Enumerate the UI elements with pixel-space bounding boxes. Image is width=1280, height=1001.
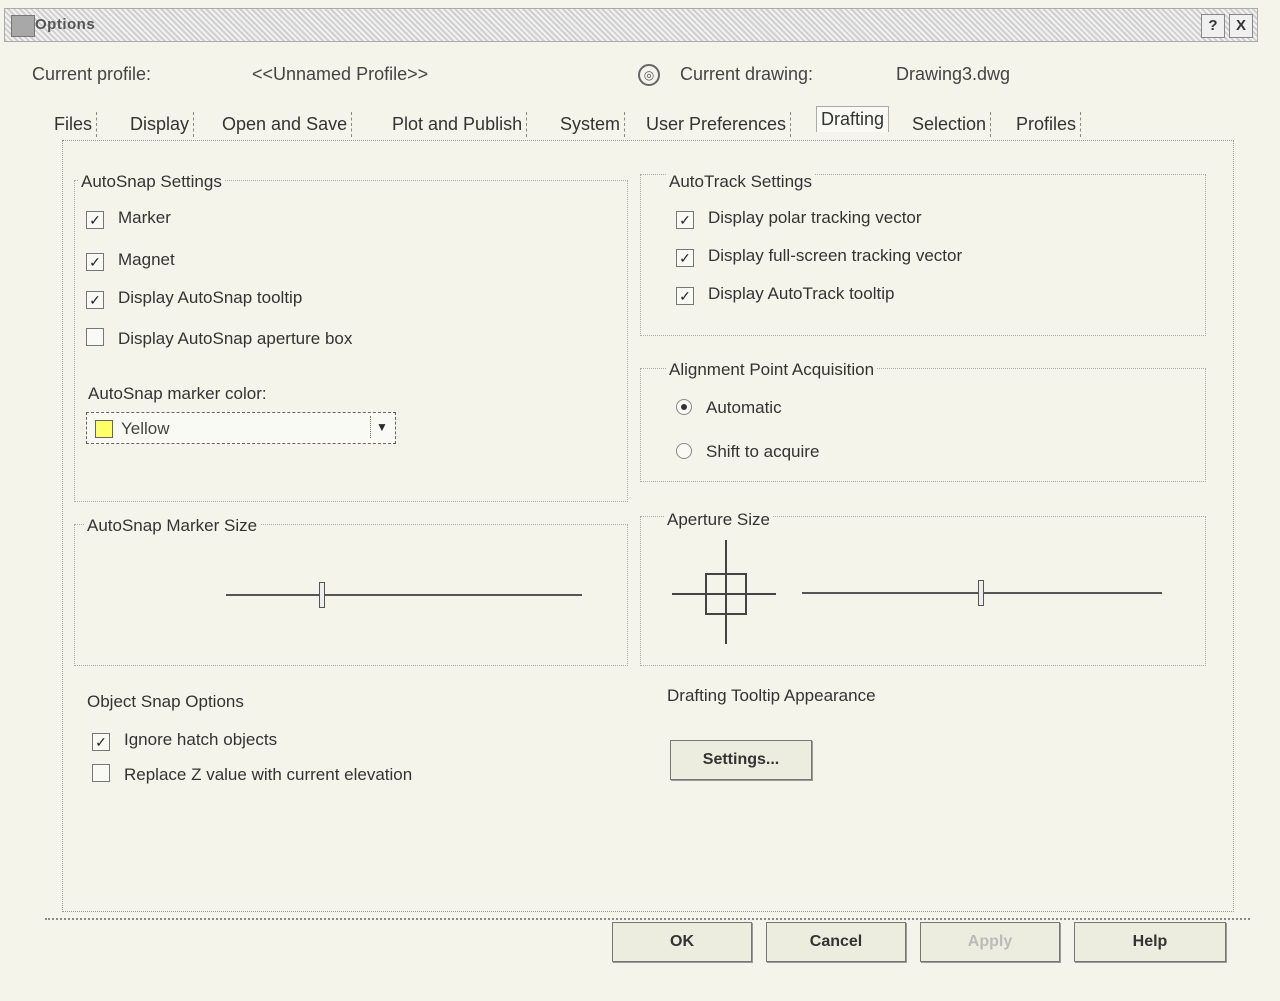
autotrack-tooltip-row[interactable]: ✓ Display AutoTrack tooltip	[676, 284, 894, 305]
aperture-size-slider-thumb[interactable]	[978, 580, 985, 606]
tab-profiles[interactable]: Profiles	[1012, 112, 1082, 137]
marker-color-value: Yellow	[121, 419, 170, 438]
tab-open-and-save[interactable]: Open and Save	[218, 112, 353, 137]
autosnap-tooltip-row[interactable]: ✓ Display AutoSnap tooltip	[86, 288, 302, 309]
title-bar: Options ? X	[4, 8, 1258, 42]
ignore-hatch-label: Ignore hatch objects	[124, 730, 278, 749]
tab-drafting[interactable]: Drafting	[816, 106, 890, 132]
object-snap-title: Object Snap Options	[84, 692, 247, 712]
fullscreen-vector-checkbox[interactable]: ✓	[676, 249, 694, 267]
settings-button[interactable]: Settings...	[670, 740, 812, 780]
polar-vector-label: Display polar tracking vector	[708, 208, 922, 227]
replace-z-label: Replace Z value with current elevation	[124, 765, 413, 784]
aperture-preview-icon	[672, 540, 776, 644]
marker-size-title: AutoSnap Marker Size	[84, 516, 261, 536]
fullscreen-vector-label: Display full-screen tracking vector	[708, 246, 963, 265]
color-swatch	[95, 420, 113, 438]
current-profile-value: <<Unnamed Profile>>	[252, 64, 429, 84]
aperture-box-label: Display AutoSnap aperture box	[118, 329, 353, 348]
current-drawing-value: Drawing3.dwg	[896, 64, 1011, 84]
window-title: Options	[35, 16, 96, 33]
cancel-button[interactable]: Cancel	[766, 922, 906, 962]
footer-separator	[45, 918, 1250, 920]
automatic-row[interactable]: Automatic	[676, 398, 782, 418]
app-icon	[11, 15, 35, 37]
marker-row[interactable]: ✓ Marker	[86, 208, 171, 229]
marker-color-label: AutoSnap marker color:	[88, 384, 267, 403]
tab-files[interactable]: Files	[50, 112, 98, 137]
marker-size-slider-thumb[interactable]	[318, 582, 325, 608]
polar-vector-checkbox[interactable]: ✓	[676, 211, 694, 229]
aperture-box-checkbox[interactable]	[86, 328, 104, 346]
drawing-icon: ◎	[638, 64, 660, 86]
marker-size-slider-track	[226, 594, 582, 596]
ignore-hatch-row[interactable]: ✓ Ignore hatch objects	[92, 730, 277, 751]
replace-z-checkbox[interactable]	[92, 764, 110, 782]
autosnap-settings-title: AutoSnap Settings	[78, 172, 225, 192]
drafting-tooltip-title: Drafting Tooltip Appearance	[664, 686, 879, 706]
alignment-title: Alignment Point Acquisition	[666, 360, 878, 380]
autosnap-tooltip-label: Display AutoSnap tooltip	[118, 288, 303, 307]
fullscreen-vector-row[interactable]: ✓ Display full-screen tracking vector	[676, 246, 962, 267]
replace-z-row[interactable]: Replace Z value with current elevation	[92, 764, 412, 785]
close-button[interactable]: X	[1229, 14, 1253, 38]
shift-acquire-row[interactable]: Shift to acquire	[676, 442, 819, 462]
alignment-group	[640, 368, 1206, 482]
apply-button[interactable]: Apply	[920, 922, 1060, 962]
tab-plot-and-publish[interactable]: Plot and Publish	[388, 112, 528, 137]
polar-vector-row[interactable]: ✓ Display polar tracking vector	[676, 208, 922, 229]
aperture-size-title: Aperture Size	[664, 510, 773, 530]
magnet-row[interactable]: ✓ Magnet	[86, 250, 175, 271]
marker-color-select[interactable]: Yellow ▼	[86, 412, 396, 444]
tab-user-preferences[interactable]: User Preferences	[642, 112, 792, 137]
automatic-label: Automatic	[706, 398, 782, 417]
current-profile-label: Current profile:	[32, 64, 152, 84]
tab-system[interactable]: System	[556, 112, 626, 137]
chevron-down-icon[interactable]: ▼	[370, 416, 393, 438]
marker-checkbox[interactable]: ✓	[86, 211, 104, 229]
current-drawing-label: Current drawing:	[680, 64, 814, 84]
aperture-box-row[interactable]: Display AutoSnap aperture box	[86, 328, 352, 349]
magnet-checkbox[interactable]: ✓	[86, 253, 104, 271]
help-button[interactable]: Help	[1074, 922, 1226, 962]
ignore-hatch-checkbox[interactable]: ✓	[92, 733, 110, 751]
help-title-button[interactable]: ?	[1201, 14, 1225, 38]
automatic-radio[interactable]	[676, 399, 692, 415]
autotrack-settings-title: AutoTrack Settings	[666, 172, 815, 192]
shift-acquire-label: Shift to acquire	[706, 442, 820, 461]
marker-label: Marker	[118, 208, 171, 227]
tab-display[interactable]: Display	[126, 112, 195, 137]
magnet-label: Magnet	[118, 250, 175, 269]
ok-button[interactable]: OK	[612, 922, 752, 962]
shift-acquire-radio[interactable]	[676, 443, 692, 459]
autotrack-tooltip-label: Display AutoTrack tooltip	[708, 284, 895, 303]
tab-selection[interactable]: Selection	[908, 112, 992, 137]
autosnap-tooltip-checkbox[interactable]: ✓	[86, 291, 104, 309]
autotrack-tooltip-checkbox[interactable]: ✓	[676, 287, 694, 305]
